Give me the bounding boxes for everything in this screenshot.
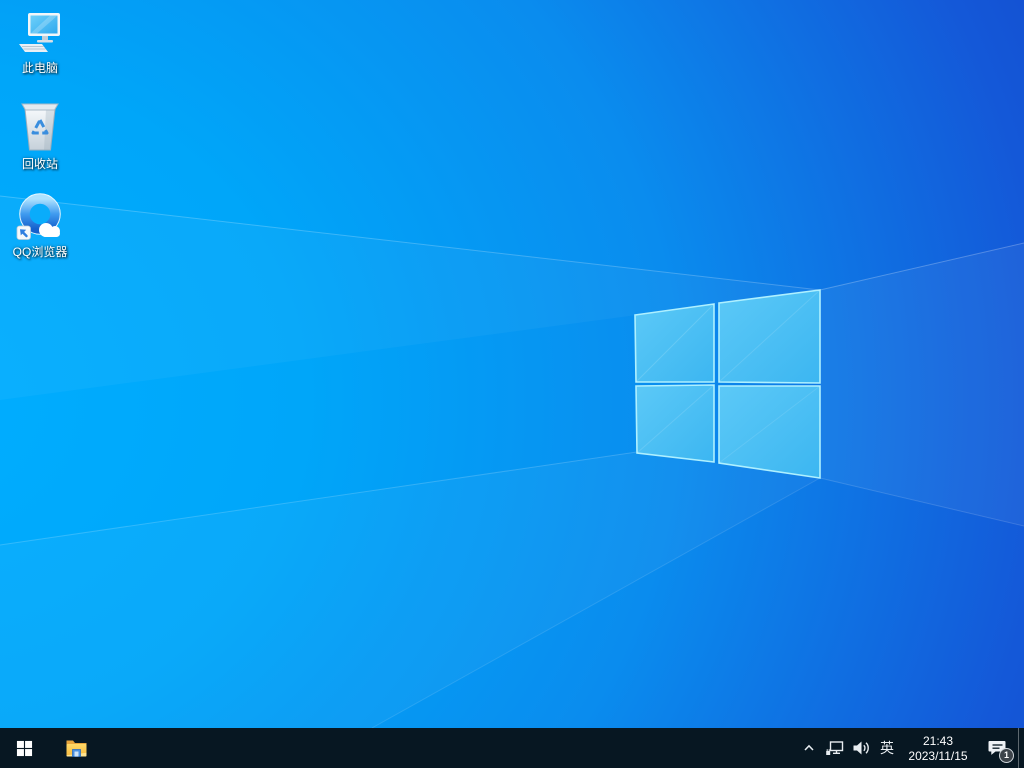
- system-tray: 英 21:43 2023/11/15 1: [796, 728, 1024, 768]
- language-indicator[interactable]: 英: [874, 728, 900, 768]
- desktop-icon-label: 此电脑: [22, 61, 58, 75]
- clock[interactable]: 21:43 2023/11/15: [900, 728, 976, 768]
- computer-icon: [17, 10, 63, 58]
- desktop-icon-qq-browser[interactable]: QQ浏览器: [2, 192, 78, 259]
- notification-badge: 1: [999, 748, 1014, 763]
- ethernet-icon: [825, 738, 845, 758]
- tray-chevron-button[interactable]: [796, 728, 822, 768]
- desktop-icon-recycle-bin[interactable]: 回收站: [2, 96, 78, 171]
- start-button[interactable]: [0, 728, 48, 768]
- speaker-icon: [851, 738, 871, 758]
- volume-button[interactable]: [848, 728, 874, 768]
- desktop-icon-this-pc[interactable]: 此电脑: [2, 10, 78, 75]
- windows-start-icon: [16, 740, 33, 757]
- network-button[interactable]: [822, 728, 848, 768]
- qq-browser-icon: [15, 192, 65, 242]
- desktop[interactable]: 此电脑 回收站: [0, 0, 1024, 728]
- clock-time: 21:43: [923, 734, 953, 749]
- action-center-button[interactable]: 1: [976, 728, 1018, 768]
- desktop-icon-label: 回收站: [22, 157, 58, 171]
- desktop-icon-label: QQ浏览器: [13, 245, 68, 259]
- taskbar: 英 21:43 2023/11/15 1: [0, 728, 1024, 768]
- file-explorer-button[interactable]: [54, 728, 98, 768]
- chevron-up-icon: [802, 741, 816, 755]
- recycle-bin-icon: [17, 96, 63, 154]
- windows-logo-wallpaper: [0, 0, 1024, 728]
- show-desktop-button[interactable]: [1018, 728, 1024, 768]
- clock-date: 2023/11/15: [908, 749, 967, 764]
- file-explorer-icon: [64, 736, 89, 760]
- windows-desktop-screen: 此电脑 回收站: [0, 0, 1024, 768]
